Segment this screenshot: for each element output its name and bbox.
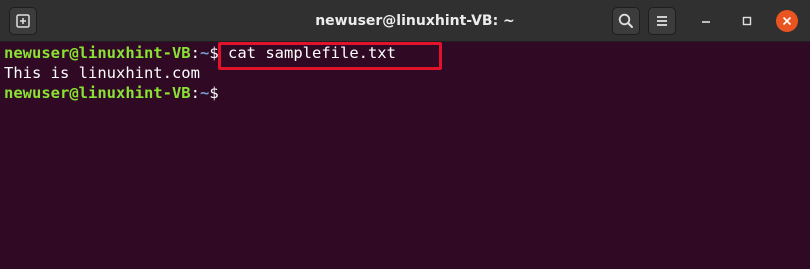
close-icon [782,16,792,26]
search-icon [618,13,633,28]
window-title: newuser@linuxhint-VB: ~ [315,13,515,29]
prompt-user-host: newuser@linuxhint-VB [4,84,191,102]
new-tab-icon [16,14,30,28]
prompt-path: ~ [199,84,210,102]
close-button[interactable] [776,10,798,32]
hamburger-menu-icon [657,16,667,26]
terminal-output[interactable]: newuser@linuxhint-VB:~$ cat samplefile.t… [4,43,396,103]
command-output: This is linuxhint.com [4,64,200,82]
prompt-user-host: newuser@linuxhint-VB [4,44,191,62]
maximize-button[interactable] [736,10,758,32]
terminal-line-prompt: newuser@linuxhint-VB:~$ [4,83,396,103]
search-button[interactable] [612,7,640,35]
new-tab-button[interactable] [9,7,37,35]
prompt-colon: : [190,44,200,62]
title-bar: newuser@linuxhint-VB: ~ [0,0,810,42]
menu-button[interactable] [648,7,676,35]
command-text: cat samplefile.txt [218,44,396,62]
minimize-button[interactable] [695,10,717,32]
prompt-symbol: $ [209,44,219,62]
terminal-line-output: This is linuxhint.com [4,63,396,83]
minimize-icon [702,21,710,23]
prompt-colon: : [190,84,200,102]
maximize-icon [742,16,752,26]
prompt-symbol: $ [209,84,219,102]
terminal-window: newuser@linuxhint-VB: ~ newuser@linuxhin… [0,0,810,269]
terminal-line-command: newuser@linuxhint-VB:~$ cat samplefile.t… [4,43,396,63]
prompt-path: ~ [199,44,210,62]
